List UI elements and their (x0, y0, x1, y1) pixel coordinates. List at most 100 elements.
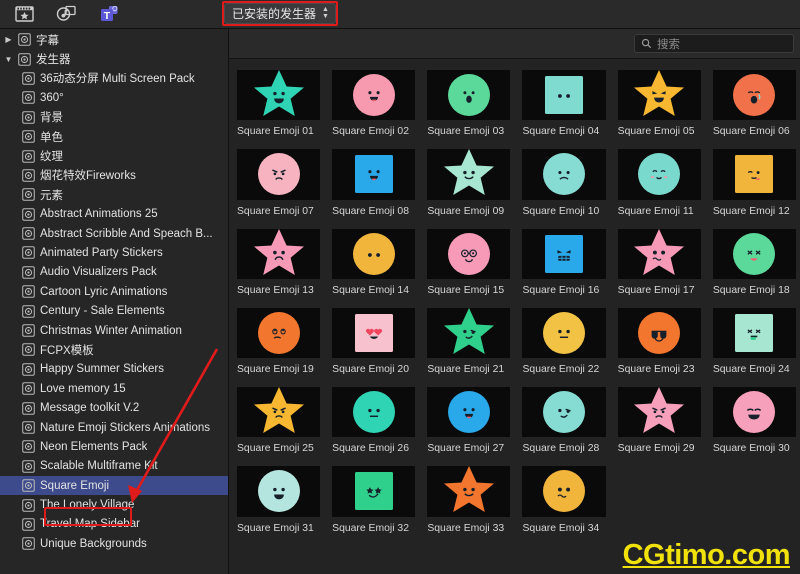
generator-cell[interactable]: Square Emoji 09 (423, 146, 514, 225)
sidebar-item-1[interactable]: 360° (0, 88, 228, 107)
generator-cell[interactable]: Square Emoji 27 (423, 384, 514, 463)
generator-thumbnail[interactable] (237, 466, 321, 517)
generator-thumbnail[interactable] (427, 466, 511, 517)
effects-browser-icon[interactable] (14, 4, 36, 24)
sidebar-group-0[interactable]: ▶ 字幕 (0, 30, 228, 49)
generator-cell[interactable]: Square Emoji 29 (614, 384, 705, 463)
generator-cell[interactable]: Square Emoji 33 (423, 463, 514, 542)
generator-cell[interactable]: Square Emoji 22 (518, 305, 609, 384)
generator-thumbnail[interactable] (427, 70, 511, 121)
generator-cell[interactable]: Square Emoji 16 (518, 226, 609, 305)
generator-cell[interactable]: Square Emoji 19 (233, 305, 324, 384)
generator-cell[interactable]: Square Emoji 31 (233, 463, 324, 542)
sidebar-item-0[interactable]: 36动态分屏 Multi Screen Pack (0, 69, 228, 88)
sidebar-item-7[interactable]: Abstract Animations 25 (0, 205, 228, 224)
generator-thumbnail[interactable] (332, 228, 416, 279)
sidebar-item-12[interactable]: Century - Sale Elements (0, 301, 228, 320)
sidebar-item-8[interactable]: Abstract Scribble And Speach B... (0, 224, 228, 243)
generator-cell[interactable]: Square Emoji 23 (614, 305, 705, 384)
sidebar-item-23[interactable]: Travel Map Sidebar (0, 515, 228, 534)
sidebar-item-4[interactable]: 纹理 (0, 146, 228, 165)
sidebar-item-11[interactable]: Cartoon Lyric Animations (0, 282, 228, 301)
generator-thumbnail[interactable] (427, 307, 511, 359)
generator-thumbnail[interactable] (237, 149, 321, 200)
sidebar-item-20[interactable]: Scalable Multiframe Kit (0, 457, 228, 476)
generator-cell[interactable]: Square Emoji 12 (709, 146, 800, 225)
sidebar-item-2[interactable]: 背景 (0, 108, 228, 127)
generator-cell[interactable]: Square Emoji 25 (233, 384, 324, 463)
generator-thumbnail[interactable] (712, 228, 796, 279)
generator-thumbnail[interactable] (237, 387, 321, 438)
generator-cell[interactable]: Square Emoji 11 (614, 146, 705, 225)
sidebar-item-19[interactable]: Neon Elements Pack (0, 437, 228, 456)
generator-thumbnail[interactable] (427, 228, 511, 279)
sidebar-item-5[interactable]: 烟花特效Fireworks (0, 166, 228, 185)
generator-thumbnail[interactable] (522, 70, 606, 121)
generator-thumbnail[interactable] (617, 70, 701, 121)
disclosure-triangle-icon[interactable]: ▶ (4, 35, 13, 44)
generator-cell[interactable]: Square Emoji 32 (328, 463, 419, 542)
generator-thumbnail[interactable] (332, 387, 416, 438)
sidebar-item-3[interactable]: 单色 (0, 127, 228, 146)
search-input[interactable]: 搜索 (657, 36, 680, 52)
generator-thumbnail[interactable] (522, 466, 606, 517)
sidebar-item-18[interactable]: Nature Emoji Stickers Animations (0, 418, 228, 437)
generator-thumbnail[interactable] (427, 149, 511, 200)
generator-thumbnail[interactable] (427, 387, 511, 438)
titles-generators-browser-icon[interactable]: T (98, 4, 120, 24)
sidebar-item-13[interactable]: Christmas Winter Animation (0, 321, 228, 340)
generator-cell[interactable]: Square Emoji 02 (328, 67, 419, 146)
generator-cell[interactable]: Square Emoji 10 (518, 146, 609, 225)
sidebar-item-21[interactable]: Square Emoji (0, 475, 228, 496)
sidebar-item-14[interactable]: FCPX模板 (0, 340, 228, 359)
generator-cell[interactable]: Square Emoji 15 (423, 226, 514, 305)
generator-cell[interactable]: Square Emoji 21 (423, 305, 514, 384)
generator-thumbnail[interactable] (617, 307, 701, 359)
generator-cell[interactable]: Square Emoji 05 (614, 67, 705, 146)
generator-category-popup[interactable]: 已安装的发生器 ▲ ▼ (224, 3, 336, 24)
disclosure-triangle-icon[interactable]: ▼ (4, 55, 13, 64)
search-field[interactable]: 搜索 (634, 34, 794, 53)
sidebar-item-24[interactable]: Unique Backgrounds (0, 534, 228, 553)
generator-thumbnail[interactable] (617, 228, 701, 279)
generator-cell[interactable]: Square Emoji 04 (518, 67, 609, 146)
generator-thumbnail[interactable] (712, 307, 796, 359)
generator-cell[interactable]: Square Emoji 17 (614, 226, 705, 305)
generator-cell[interactable]: Square Emoji 18 (709, 226, 800, 305)
generator-thumbnail[interactable] (617, 387, 701, 438)
generator-cell[interactable]: Square Emoji 03 (423, 67, 514, 146)
generator-cell[interactable]: Square Emoji 34 (518, 463, 609, 542)
generator-thumbnail[interactable] (712, 70, 796, 121)
generator-cell[interactable]: Square Emoji 06 (709, 67, 800, 146)
generator-thumbnail[interactable] (522, 307, 606, 359)
generator-thumbnail[interactable] (712, 387, 796, 438)
sidebar-item-22[interactable]: The Lonely Village (0, 495, 228, 514)
music-browser-icon[interactable] (56, 4, 78, 24)
sidebar-item-16[interactable]: Love memory 15 (0, 379, 228, 398)
sidebar-group-1[interactable]: ▼ 发生器 (0, 49, 228, 68)
generator-thumbnail[interactable] (522, 387, 606, 438)
generator-thumbnail[interactable] (617, 149, 701, 200)
sidebar-item-15[interactable]: Happy Summer Stickers (0, 360, 228, 379)
generator-thumbnail[interactable] (332, 466, 416, 517)
generator-thumbnail[interactable] (712, 149, 796, 200)
generator-thumbnail[interactable] (237, 307, 321, 359)
generator-cell[interactable]: Square Emoji 20 (328, 305, 419, 384)
generator-thumbnail[interactable] (332, 70, 416, 121)
generator-cell[interactable]: Square Emoji 14 (328, 226, 419, 305)
generator-thumbnail[interactable] (332, 149, 416, 200)
generator-cell[interactable]: Square Emoji 24 (709, 305, 800, 384)
sidebar-item-6[interactable]: 元素 (0, 185, 228, 204)
generator-thumbnail[interactable] (522, 149, 606, 200)
generator-cell[interactable]: Square Emoji 13 (233, 226, 324, 305)
generator-thumbnail[interactable] (332, 307, 416, 359)
generator-cell[interactable]: Square Emoji 01 (233, 67, 324, 146)
sidebar-item-9[interactable]: Animated Party Stickers (0, 243, 228, 262)
generator-cell[interactable]: Square Emoji 26 (328, 384, 419, 463)
generator-thumbnail[interactable] (237, 70, 321, 121)
generator-cell[interactable]: Square Emoji 28 (518, 384, 609, 463)
generator-cell[interactable]: Square Emoji 07 (233, 146, 324, 225)
generator-cell[interactable]: Square Emoji 08 (328, 146, 419, 225)
generator-thumbnail-browser[interactable]: Square Emoji 01 Square Emoji 02 Square Emo… (229, 59, 800, 574)
generator-thumbnail[interactable] (237, 228, 321, 279)
